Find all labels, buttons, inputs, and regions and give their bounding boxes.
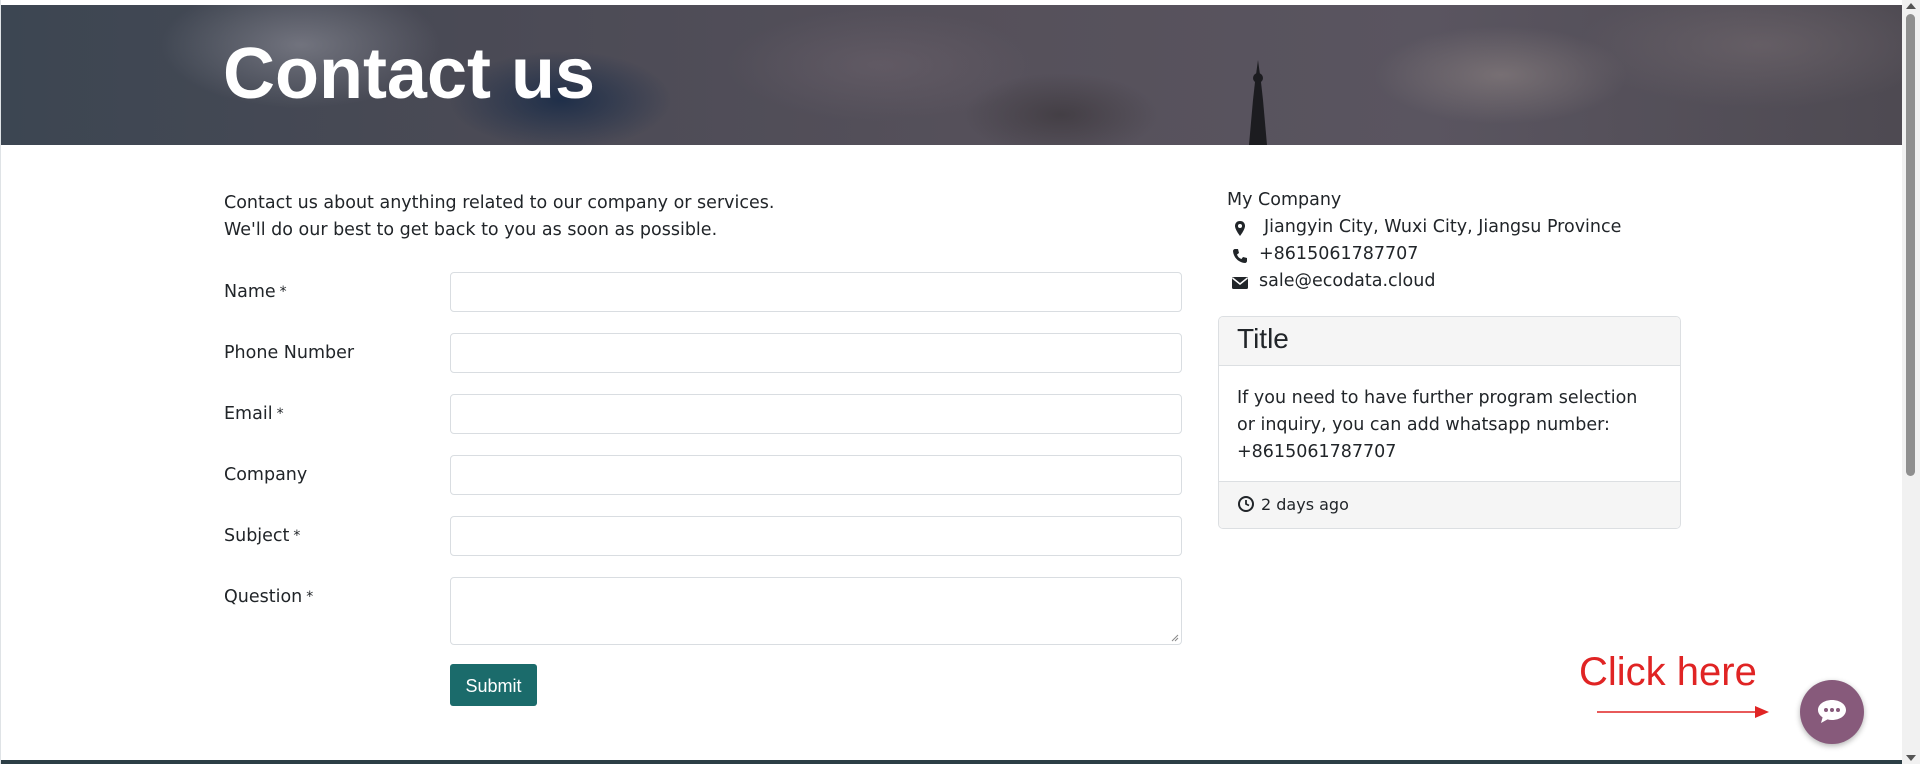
submit-button[interactable]: Submit <box>450 664 537 706</box>
required-mark: * <box>293 528 301 544</box>
email-field[interactable] <box>450 394 1182 434</box>
footer-edge <box>1 760 1902 764</box>
required-mark: * <box>306 589 314 605</box>
card-title: Title <box>1237 323 1289 354</box>
resize-grip-icon[interactable] <box>1171 634 1179 642</box>
name-field[interactable] <box>450 272 1182 312</box>
info-card: Title If you need to have further progra… <box>1218 316 1681 529</box>
subject-label: Subject * <box>224 526 301 546</box>
company-label: Company <box>224 465 308 485</box>
form-row-phone: Phone Number <box>224 333 1184 377</box>
form-row-subject: Subject * <box>224 516 1184 560</box>
phone-text: +8615061787707 <box>1259 244 1419 264</box>
clock-icon <box>1238 496 1254 512</box>
form-row-name: Name * <box>224 272 1184 316</box>
card-body: If you need to have further program sele… <box>1237 388 1638 462</box>
form-row-email: Email * <box>224 394 1184 438</box>
name-label: Name * <box>224 282 287 302</box>
vertical-scrollbar[interactable] <box>1902 0 1920 764</box>
form-row-question: Question * <box>224 577 1184 647</box>
address-text: Jiangyin City, Wuxi City, Jiangsu Provin… <box>1264 217 1622 237</box>
intro-line: We'll do our best to get back to you as … <box>224 220 718 240</box>
phone-icon <box>1233 249 1247 263</box>
question-label: Question * <box>224 587 314 607</box>
subject-field[interactable] <box>450 516 1182 556</box>
scroll-down-arrow-icon[interactable] <box>1906 755 1916 761</box>
card-header: Title <box>1219 317 1680 366</box>
spire-silhouette <box>1249 60 1267 145</box>
chat-icon <box>1818 700 1846 723</box>
header-banner: Contact us <box>1 5 1902 145</box>
phone-field[interactable] <box>450 333 1182 373</box>
company-field[interactable] <box>450 455 1182 495</box>
card-footer: 2 days ago <box>1219 481 1680 528</box>
click-here-annotation: Click here <box>1579 650 1757 694</box>
page: Contact us Contact us about anything rel… <box>0 0 1902 764</box>
chat-button[interactable] <box>1800 680 1864 744</box>
scroll-up-arrow-icon[interactable] <box>1906 3 1916 9</box>
arrow-annotation <box>1597 706 1769 718</box>
intro-line: Contact us about anything related to our… <box>224 193 775 213</box>
map-marker-icon <box>1235 221 1245 236</box>
email-label: Email * <box>224 404 284 424</box>
page-title: Contact us <box>223 34 596 114</box>
envelope-icon <box>1232 277 1248 289</box>
form-row-company: Company <box>224 455 1184 499</box>
required-mark: * <box>276 406 284 422</box>
question-textarea[interactable] <box>450 577 1182 645</box>
scrollbar-thumb[interactable] <box>1906 14 1915 476</box>
required-mark: * <box>279 284 287 300</box>
intro-text: Contact us about anything related to our… <box>224 190 774 244</box>
company-name: My Company <box>1227 190 1342 210</box>
card-timestamp: 2 days ago <box>1261 495 1349 514</box>
email-link[interactable]: sale@ecodata.cloud <box>1259 271 1435 291</box>
phone-label: Phone Number <box>224 343 355 363</box>
